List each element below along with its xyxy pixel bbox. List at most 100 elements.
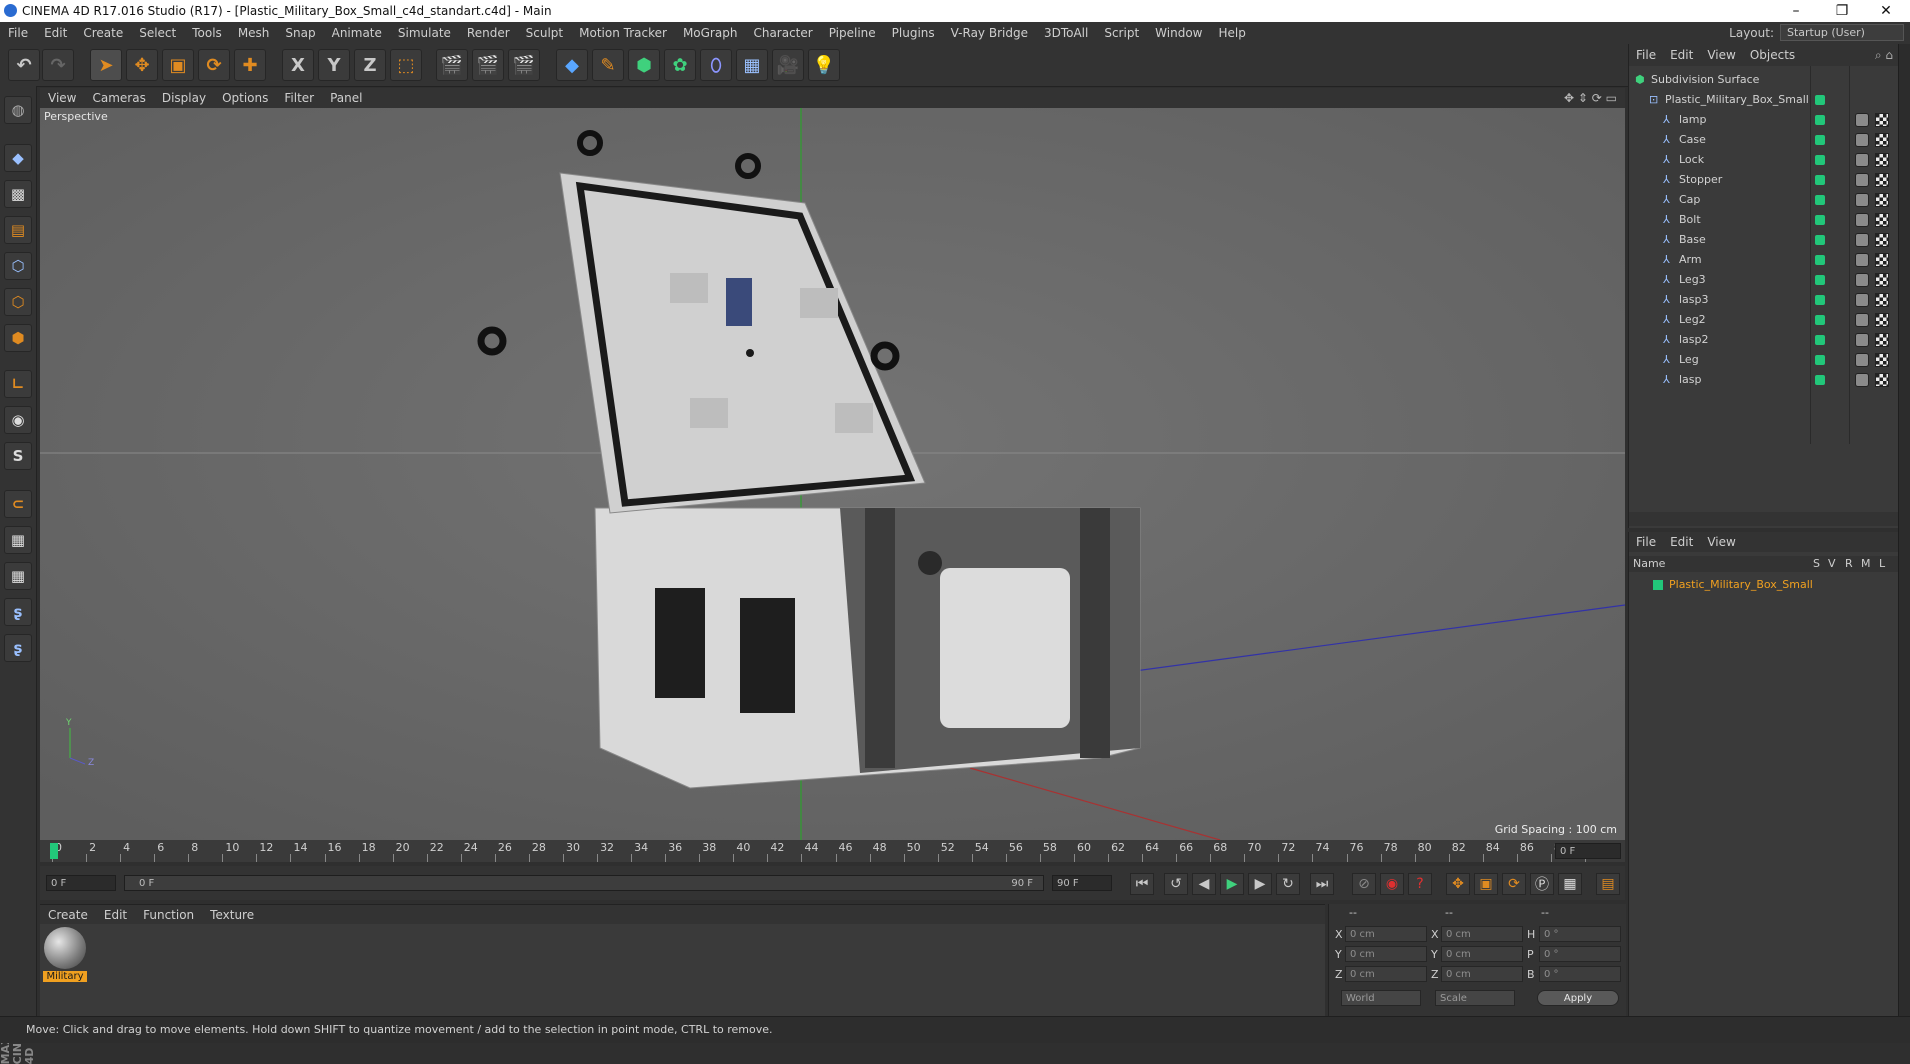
rot-p-field[interactable]: 0 °: [1539, 946, 1621, 962]
go-to-next-frame-button[interactable]: ▶: [1248, 873, 1272, 895]
go-to-next-key-button[interactable]: ↻: [1276, 873, 1300, 895]
add-array-button[interactable]: ✿: [664, 49, 696, 81]
add-generator-button[interactable]: ⬢: [628, 49, 660, 81]
z-axis-lock[interactable]: Z: [354, 49, 386, 81]
lm-menu-file[interactable]: File: [1629, 535, 1663, 549]
phong-tag-icon[interactable]: [1855, 213, 1869, 227]
rotate-tool[interactable]: ⟳: [198, 49, 230, 81]
phong-tag-icon[interactable]: [1855, 153, 1869, 167]
layer-color-dot[interactable]: [1815, 175, 1825, 185]
object-row[interactable]: ⅄ lamp: [1629, 110, 1899, 130]
right-tab-strip[interactable]: [1898, 44, 1910, 1016]
size-z-field[interactable]: 0 cm: [1441, 966, 1523, 982]
object-row[interactable]: ⅄ lasp3: [1629, 290, 1899, 310]
phong-tag-icon[interactable]: [1855, 313, 1869, 327]
material-menu-create[interactable]: Create: [40, 908, 96, 922]
live-selection-tool[interactable]: ➤: [90, 49, 122, 81]
menu-script[interactable]: Script: [1096, 26, 1147, 40]
restore-button[interactable]: ❐: [1820, 0, 1864, 22]
material-tag-icon[interactable]: [1875, 133, 1889, 147]
layer-color-dot[interactable]: [1815, 315, 1825, 325]
menu-animate[interactable]: Animate: [324, 26, 390, 40]
pos-x-field[interactable]: 0 cm: [1345, 926, 1427, 942]
minimize-button[interactable]: –: [1774, 0, 1818, 22]
layer-color-dot[interactable]: [1815, 155, 1825, 165]
pos-y-field[interactable]: 0 cm: [1345, 946, 1427, 962]
coordinate-system-toggle[interactable]: ⬚: [390, 49, 422, 81]
menu-create[interactable]: Create: [75, 26, 131, 40]
object-row[interactable]: ⬢ Subdivision Surface: [1629, 70, 1899, 90]
material-item[interactable]: Military: [43, 927, 87, 983]
viewport-nav-icons[interactable]: ✥ ⇕ ⟳ ▭: [1564, 91, 1617, 105]
object-row[interactable]: ⅄ Arm: [1629, 250, 1899, 270]
phong-tag-icon[interactable]: [1855, 293, 1869, 307]
phong-tag-icon[interactable]: [1855, 253, 1869, 267]
layer-row[interactable]: Plastic_Military_Box_Small: [1629, 576, 1899, 594]
model-mode-button[interactable]: ◆: [4, 144, 32, 172]
polygons-mode-button[interactable]: ⬢: [4, 324, 32, 352]
menu-motion-tracker[interactable]: Motion Tracker: [571, 26, 675, 40]
make-editable-button[interactable]: ◍: [4, 96, 32, 124]
go-to-previous-key-button[interactable]: ↺: [1164, 873, 1188, 895]
coord-mode-dropdown[interactable]: World: [1341, 990, 1421, 1006]
pos-z-field[interactable]: 0 cm: [1345, 966, 1427, 982]
layer-color-dot[interactable]: [1815, 215, 1825, 225]
material-tag-icon[interactable]: [1875, 153, 1889, 167]
scale-tool[interactable]: ▣: [162, 49, 194, 81]
menu-simulate[interactable]: Simulate: [390, 26, 459, 40]
phong-tag-icon[interactable]: [1855, 333, 1869, 347]
snap-button[interactable]: ⊂: [4, 490, 32, 518]
object-row[interactable]: ⅄ Cap: [1629, 190, 1899, 210]
menu-help[interactable]: Help: [1210, 26, 1253, 40]
viewport-menu-display[interactable]: Display: [154, 91, 214, 105]
viewport-menu-options[interactable]: Options: [214, 91, 276, 105]
key-parameter-button[interactable]: Ⓟ: [1530, 873, 1554, 895]
layer-color-dot[interactable]: [1815, 195, 1825, 205]
phong-tag-icon[interactable]: [1855, 133, 1869, 147]
workplane-mode-button[interactable]: ▤: [4, 216, 32, 244]
3d-viewport[interactable]: Perspective Y Z Grid Spacing : 100 cm: [40, 108, 1625, 840]
layer-color-dot[interactable]: [1815, 335, 1825, 345]
python-script-button-2[interactable]: ʂ: [4, 634, 32, 662]
viewport-menu-panel[interactable]: Panel: [322, 91, 370, 105]
timeline-playhead[interactable]: [50, 843, 58, 859]
menu-mesh[interactable]: Mesh: [230, 26, 278, 40]
key-rotation-button[interactable]: ⟳: [1502, 873, 1526, 895]
om-menu-file[interactable]: File: [1629, 48, 1663, 62]
object-row[interactable]: ⅄ Leg2: [1629, 310, 1899, 330]
menu-mograph[interactable]: MoGraph: [675, 26, 746, 40]
add-scene-button[interactable]: ▦: [736, 49, 768, 81]
menu-tools[interactable]: Tools: [184, 26, 230, 40]
material-tag-icon[interactable]: [1875, 193, 1889, 207]
solo-button[interactable]: S: [4, 442, 32, 470]
autokeying-button[interactable]: ?: [1408, 873, 1432, 895]
object-row[interactable]: ⊡ Plastic_Military_Box_Small: [1629, 90, 1899, 110]
x-axis-lock[interactable]: X: [282, 49, 314, 81]
menu-window[interactable]: Window: [1147, 26, 1210, 40]
texture-mode-button[interactable]: ▩: [4, 180, 32, 208]
rot-b-field[interactable]: 0 °: [1539, 966, 1621, 982]
material-tag-icon[interactable]: [1875, 313, 1889, 327]
material-menu-function[interactable]: Function: [135, 908, 202, 922]
object-manager-scrollbar[interactable]: [1629, 512, 1899, 526]
object-row[interactable]: ⅄ Base: [1629, 230, 1899, 250]
menu-render[interactable]: Render: [459, 26, 518, 40]
menu-edit[interactable]: Edit: [36, 26, 75, 40]
object-row[interactable]: ⅄ Case: [1629, 130, 1899, 150]
phong-tag-icon[interactable]: [1855, 353, 1869, 367]
size-x-field[interactable]: 0 cm: [1441, 926, 1523, 942]
axis-mode-button[interactable]: ∟: [4, 370, 32, 398]
material-menu-edit[interactable]: Edit: [96, 908, 135, 922]
start-frame-field[interactable]: 0 F: [46, 875, 116, 891]
tweak-mode-button[interactable]: ◉: [4, 406, 32, 434]
material-tag-icon[interactable]: [1875, 253, 1889, 267]
menu-character[interactable]: Character: [745, 26, 820, 40]
menu-select[interactable]: Select: [131, 26, 184, 40]
object-row[interactable]: ⅄ Bolt: [1629, 210, 1899, 230]
key-position-button[interactable]: ✥: [1446, 873, 1470, 895]
viewport-menu-cameras[interactable]: Cameras: [84, 91, 153, 105]
object-row[interactable]: ⅄ lasp: [1629, 370, 1899, 390]
edges-mode-button[interactable]: ⬡: [4, 288, 32, 316]
om-menu-edit[interactable]: Edit: [1663, 48, 1700, 62]
material-tag-icon[interactable]: [1875, 273, 1889, 287]
